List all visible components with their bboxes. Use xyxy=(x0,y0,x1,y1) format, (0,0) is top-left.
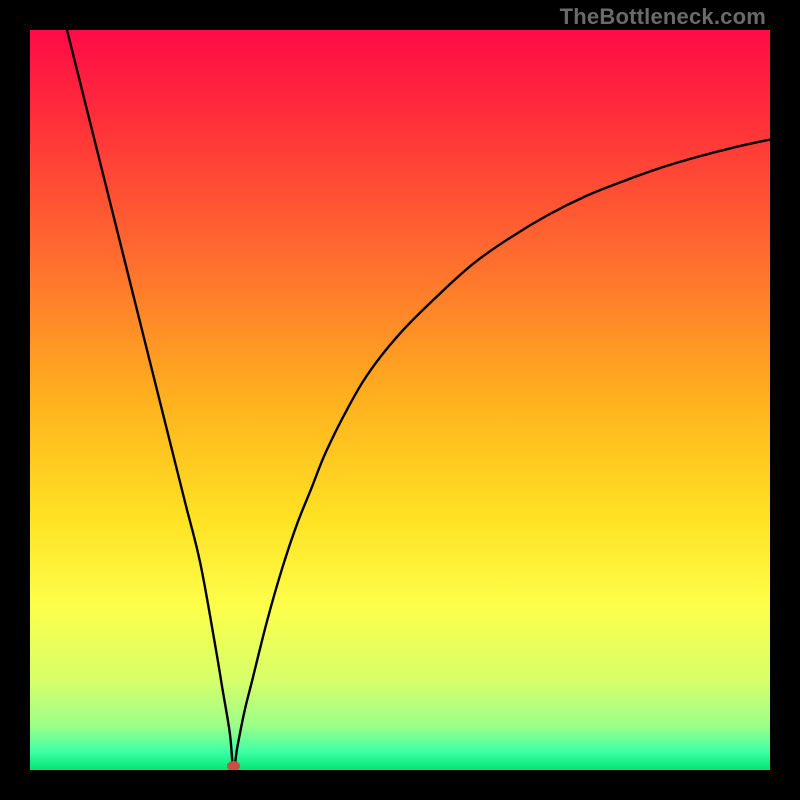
watermark-text: TheBottleneck.com xyxy=(560,4,766,30)
gradient-background xyxy=(30,30,770,770)
chart-frame xyxy=(30,30,770,770)
bottleneck-chart xyxy=(30,30,770,770)
